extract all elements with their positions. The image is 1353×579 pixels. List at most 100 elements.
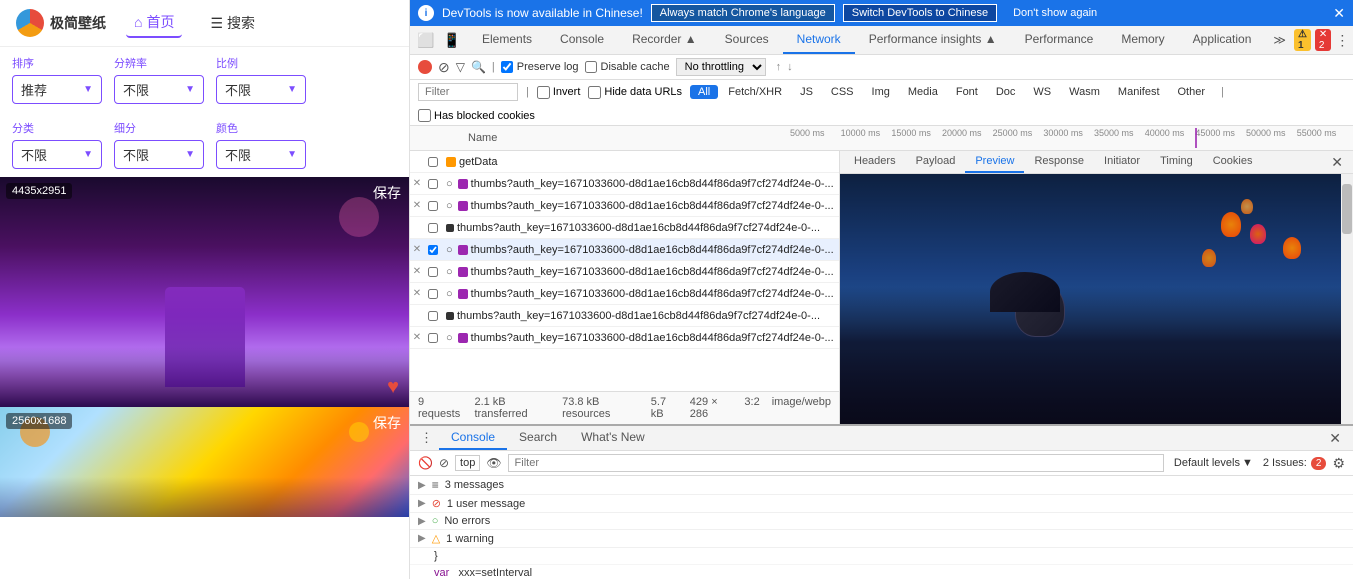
tab-application[interactable]: Application [1179, 26, 1266, 54]
filter-input[interactable] [418, 83, 518, 101]
network-row-thumb-6[interactable]: ✕ ○ thumbs?auth_key=1671033600-d8d1ae16c… [410, 283, 839, 305]
tab-headers[interactable]: Headers [844, 151, 906, 173]
tab-preview[interactable]: Preview [965, 151, 1024, 173]
expand-messages-icon[interactable]: ▶ [418, 480, 426, 491]
network-row-thumb-8[interactable]: ✕ ○ thumbs?auth_key=1671033600-d8d1ae16c… [410, 327, 839, 349]
row-cb-4[interactable] [424, 223, 442, 233]
tab-memory[interactable]: Memory [1107, 26, 1178, 54]
expand-user-icon[interactable]: ▶ [418, 498, 426, 509]
sort-select[interactable]: 推荐 ▼ [12, 75, 102, 104]
tab-response[interactable]: Response [1024, 151, 1094, 173]
tab-timing[interactable]: Timing [1150, 151, 1203, 173]
disable-cache-label[interactable]: Disable cache [585, 61, 670, 73]
filter-type-font[interactable]: Font [948, 85, 986, 99]
row-cb-8[interactable] [424, 311, 442, 321]
stop-icon[interactable]: ⊘ [438, 59, 450, 76]
row-cb-5[interactable] [424, 245, 442, 255]
record-btn[interactable] [418, 60, 432, 74]
tab-payload[interactable]: Payload [906, 151, 966, 173]
console-settings-icon[interactable]: ⚙ [1332, 455, 1345, 472]
console-close-icon[interactable]: ✕ [1321, 428, 1349, 449]
subdivision-select[interactable]: 不限 ▼ [114, 140, 204, 169]
console-group-warnings[interactable]: ▶ △ 1 warning [410, 530, 1353, 548]
console-drag-icon[interactable]: ⋮ [414, 426, 439, 450]
invert-label[interactable]: Invert [537, 86, 581, 99]
nav-search[interactable]: ☰ 搜索 [202, 9, 263, 37]
console-group-user[interactable]: ▶ ⊘ 1 user message [410, 495, 1353, 513]
row-cb-2[interactable] [424, 179, 442, 189]
filter-type-all[interactable]: All [690, 85, 718, 99]
expand-errors-icon[interactable]: ▶ [418, 516, 426, 527]
console-top-label[interactable]: top [455, 455, 480, 471]
ratio-select[interactable]: 不限 ▼ [216, 75, 306, 104]
eye-icon[interactable]: 👁 [486, 456, 501, 470]
network-row-getData[interactable]: getData [410, 151, 839, 173]
filter-type-other[interactable]: Other [1170, 85, 1214, 99]
tab-whats-new[interactable]: What's New [569, 426, 657, 450]
nav-home[interactable]: ⌂ 首页 [126, 8, 182, 38]
filter-type-fetch[interactable]: Fetch/XHR [720, 85, 790, 99]
tab-cookies[interactable]: Cookies [1203, 151, 1263, 173]
network-row-thumb-1[interactable]: ✕ ○ thumbs?auth_key=1671033600-d8d1ae16c… [410, 173, 839, 195]
filter-type-wasm[interactable]: Wasm [1061, 85, 1108, 99]
btn-dont-show[interactable]: Don't show again [1005, 5, 1105, 21]
tab-elements[interactable]: Elements [468, 26, 546, 54]
btn-switch-devtools[interactable]: Switch DevTools to Chinese [843, 4, 997, 22]
row-cb-7[interactable] [424, 289, 442, 299]
filter-toggle-icon[interactable]: ▽ [456, 60, 465, 74]
tab-sources[interactable]: Sources [711, 26, 783, 54]
preview-close-icon[interactable]: ✕ [1325, 152, 1349, 173]
row-cb-3[interactable] [424, 201, 442, 211]
preserve-log-label[interactable]: Preserve log [501, 61, 579, 73]
wallpaper-1-heart[interactable]: ♥ [387, 376, 399, 399]
tab-search-bottom[interactable]: Search [507, 426, 569, 450]
tab-console-bottom[interactable]: Console [439, 426, 507, 450]
tab-recorder[interactable]: Recorder ▲ [618, 26, 711, 54]
wallpaper-1-save[interactable]: 保存 [373, 183, 401, 203]
wallpaper-item-2[interactable]: 2560x1688 保存 [0, 407, 409, 517]
network-row-thumb-2[interactable]: ✕ ○ thumbs?auth_key=1671033600-d8d1ae16c… [410, 195, 839, 217]
filter-type-css[interactable]: CSS [823, 85, 862, 99]
console-group-errors[interactable]: ▶ ○ No errors [410, 513, 1353, 530]
wallpaper-2-save[interactable]: 保存 [373, 413, 401, 433]
filter-type-media[interactable]: Media [900, 85, 946, 99]
tab-performance-insights[interactable]: Performance insights ▲ [855, 26, 1011, 54]
network-row-thumb-3[interactable]: thumbs?auth_key=1671033600-d8d1ae16cb8d4… [410, 217, 839, 239]
category-select[interactable]: 不限 ▼ [12, 140, 102, 169]
filter-type-img[interactable]: Img [864, 85, 898, 99]
btn-always-match[interactable]: Always match Chrome's language [651, 4, 835, 22]
scrollbar-thumb[interactable] [1342, 184, 1352, 234]
tab-network[interactable]: Network [783, 26, 855, 54]
row-cb-6[interactable] [424, 267, 442, 277]
device-tool-btn[interactable]: 📱 [440, 28, 464, 52]
filter-type-js[interactable]: JS [792, 85, 821, 99]
wallpaper-item-1[interactable]: 4435x2951 保存 ♥ [0, 177, 409, 407]
row-cb-9[interactable] [424, 333, 442, 343]
preserve-log-checkbox[interactable] [501, 61, 513, 73]
console-group-messages[interactable]: ▶ ≡ 3 messages [410, 476, 1353, 495]
default-levels-select[interactable]: Default levels ▼ [1170, 456, 1257, 470]
throttle-select[interactable]: No throttling [676, 58, 766, 76]
inspect-tool-btn[interactable]: ⬜ [414, 28, 438, 52]
tab-performance[interactable]: Performance [1011, 26, 1108, 54]
filter-type-ws[interactable]: WS [1025, 85, 1059, 99]
banner-close-icon[interactable]: ✕ [1333, 5, 1345, 22]
settings-icon[interactable]: ⋮ [1335, 32, 1349, 49]
more-tabs-btn[interactable]: ≫ [1265, 27, 1294, 53]
console-stop-icon[interactable]: ⊘ [439, 456, 449, 470]
tab-initiator[interactable]: Initiator [1094, 151, 1150, 173]
network-row-thumb-7[interactable]: thumbs?auth_key=1671033600-d8d1ae16cb8d4… [410, 305, 839, 327]
network-search-icon[interactable]: 🔍 [471, 60, 486, 74]
console-filter-input[interactable] [508, 454, 1164, 472]
expand-warnings-icon[interactable]: ▶ [418, 533, 426, 544]
tab-console[interactable]: Console [546, 26, 618, 54]
filter-type-doc[interactable]: Doc [988, 85, 1024, 99]
hide-data-urls-label[interactable]: Hide data URLs [588, 86, 682, 99]
color-select[interactable]: 不限 ▼ [216, 140, 306, 169]
disable-cache-checkbox[interactable] [585, 61, 597, 73]
filter-type-manifest[interactable]: Manifest [1110, 85, 1168, 99]
hide-data-urls-checkbox[interactable] [588, 86, 601, 99]
preview-scrollbar[interactable] [1341, 174, 1353, 424]
has-blocked-checkbox[interactable] [418, 109, 431, 122]
resolution-select[interactable]: 不限 ▼ [114, 75, 204, 104]
